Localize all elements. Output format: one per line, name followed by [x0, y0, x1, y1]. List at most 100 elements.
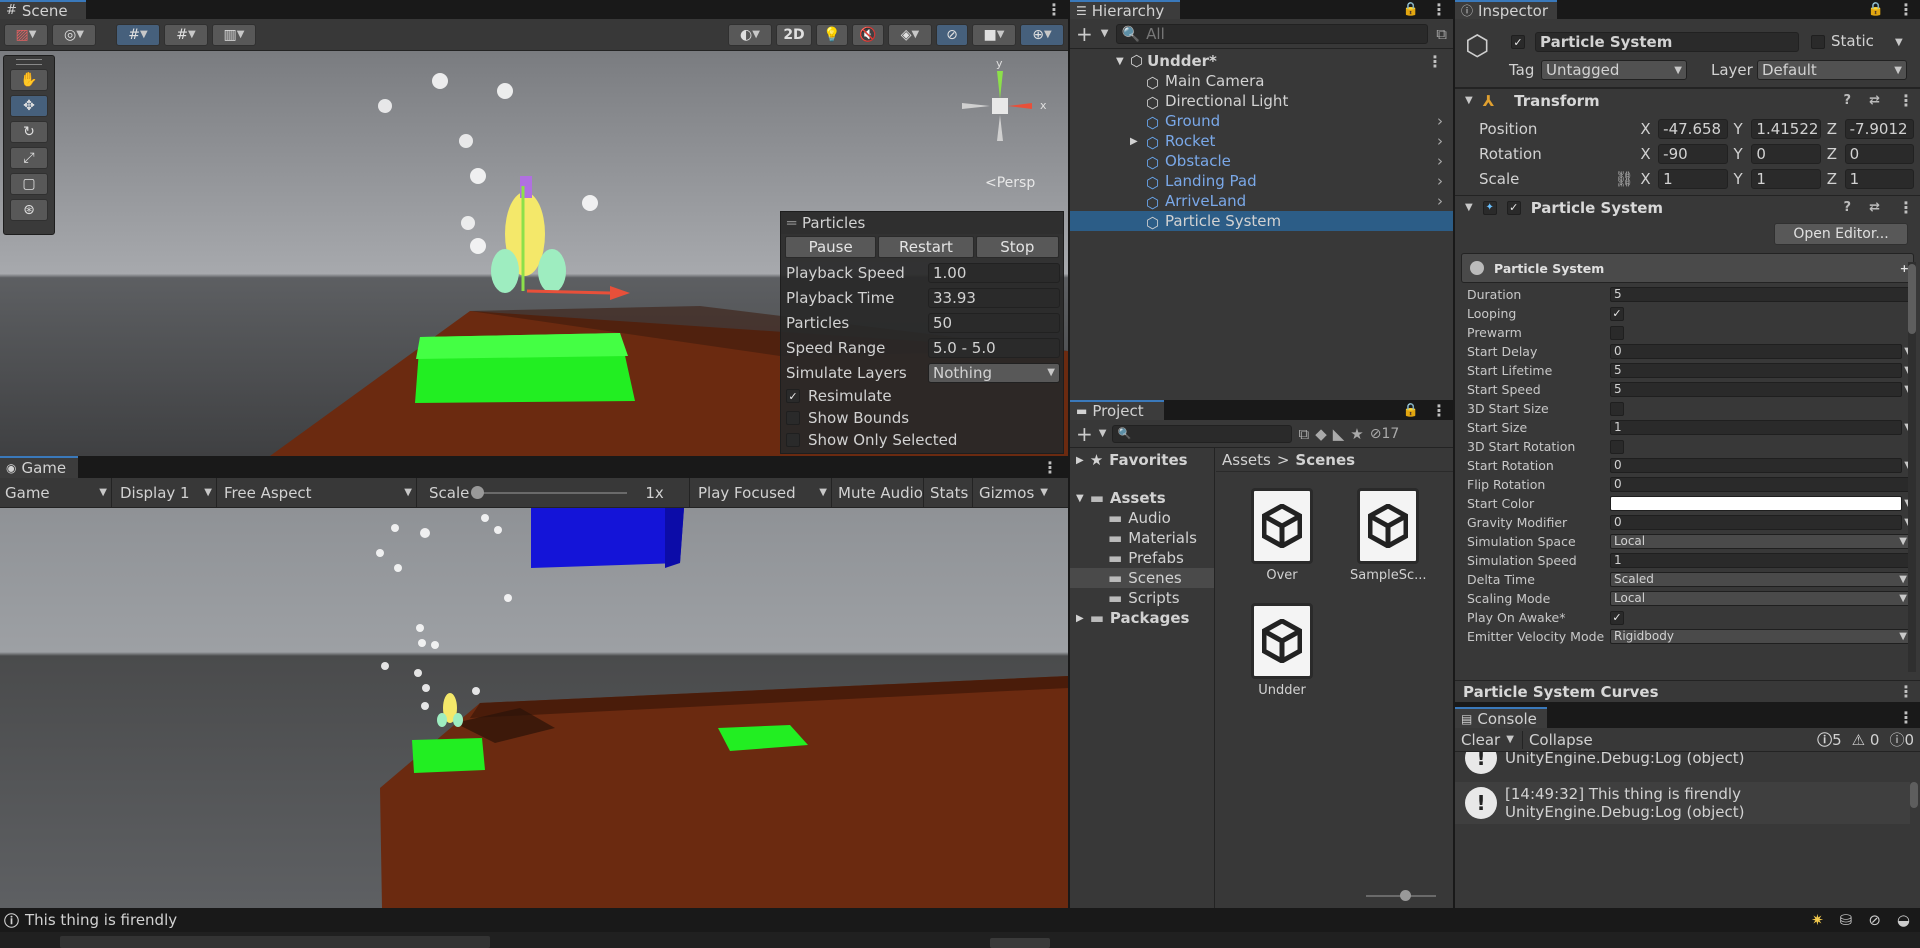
display-dropdown[interactable]: Display 1 ▼: [112, 477, 217, 508]
scale-thumb[interactable]: [471, 485, 485, 499]
expand-right-icon[interactable]: ▶: [1076, 613, 1084, 624]
prop-field[interactable]: 0: [1610, 458, 1903, 473]
projection-toggle[interactable]: <Persp: [985, 175, 1035, 191]
project-folder-item[interactable]: ▬ Scripts: [1070, 588, 1214, 608]
tab-game[interactable]: ◉ Game: [0, 456, 78, 478]
stats-toggle[interactable]: Stats: [924, 477, 973, 508]
transform-y-field[interactable]: 0: [1751, 143, 1821, 164]
move-tool-button[interactable]: ✥: [10, 95, 48, 117]
hierarchy-item[interactable]: ⬡ Obstacle ›: [1070, 151, 1453, 172]
breadcrumb-assets[interactable]: Assets: [1222, 451, 1271, 469]
cache-server-icon[interactable]: ⛁: [1840, 911, 1853, 929]
hierarchy-item[interactable]: ⬡ Ground ›: [1070, 111, 1453, 132]
warning-count-toggle[interactable]: ⚠ 0: [1852, 731, 1880, 749]
prop-dropdown[interactable]: Local ▼: [1610, 591, 1912, 606]
move-gizmo-x[interactable]: [526, 289, 611, 295]
hierarchy-item[interactable]: ⬡ Directional Light: [1070, 91, 1453, 112]
console-scroll-thumb[interactable]: [1910, 782, 1918, 808]
rotate-tool-button[interactable]: ↻: [10, 121, 48, 143]
expand-down-icon[interactable]: ▼: [1076, 493, 1084, 504]
align-button[interactable]: ▥ ▼: [212, 23, 256, 46]
status-message[interactable]: This thing is firendly: [25, 911, 177, 929]
chevron-right-icon[interactable]: ›: [1437, 172, 1443, 190]
chevron-right-icon[interactable]: ›: [1437, 132, 1443, 150]
component-menu-icon[interactable]: ⋮: [1898, 198, 1914, 217]
prop-field[interactable]: 1: [1610, 553, 1912, 568]
lock-icon[interactable]: 🔒: [1403, 2, 1419, 17]
filter-type-icon[interactable]: ◆: [1315, 425, 1327, 443]
hierarchy-item[interactable]: ▶ ⬡ Rocket ›: [1070, 131, 1453, 152]
console-menu-icon[interactable]: ⋮: [1898, 708, 1914, 727]
prop-checkbox[interactable]: [1610, 439, 1624, 454]
scene-root-row[interactable]: ▼ ⬡ Undder* ⋮: [1070, 51, 1453, 71]
prop-field[interactable]: 0: [1610, 515, 1903, 530]
effects-button[interactable]: ◈ ▼: [888, 23, 932, 46]
favorites-row[interactable]: ▶ ★ Favorites: [1070, 450, 1214, 470]
simulate-layers-dropdown[interactable]: Nothing ▼: [928, 362, 1060, 383]
overlay-checkbox[interactable]: [786, 411, 800, 425]
help-icon[interactable]: ?: [1844, 93, 1852, 108]
icon-size-slider[interactable]: [1366, 890, 1436, 901]
start-color-swatch[interactable]: [1610, 496, 1903, 511]
scene-asset[interactable]: Over: [1244, 488, 1320, 583]
grid-snap-button[interactable]: # ▼: [116, 23, 160, 46]
prop-checkbox[interactable]: [1610, 325, 1624, 340]
prop-checkbox[interactable]: ✓: [1610, 610, 1624, 625]
scene-menu-icon[interactable]: ⋮: [1427, 52, 1443, 71]
scene-menu-icon[interactable]: ⋮: [1046, 0, 1062, 19]
active-checkbox[interactable]: ✓: [1511, 35, 1525, 49]
2d-toggle-button[interactable]: 2D: [776, 23, 812, 46]
project-folder-item[interactable]: ▬ Materials: [1070, 528, 1214, 548]
project-search-input[interactable]: 🔍: [1112, 424, 1293, 443]
add-icon[interactable]: +: [1076, 22, 1093, 46]
scale-track[interactable]: [471, 485, 628, 499]
move-gizmo-x-arrow[interactable]: [610, 286, 630, 300]
layer-dropdown[interactable]: Default ▼: [1757, 60, 1907, 80]
increment-snap-button[interactable]: # ▼: [164, 23, 208, 46]
drag-handle[interactable]: [16, 59, 42, 65]
prop-field[interactable]: 5: [1610, 287, 1912, 302]
gizmos-dropdown[interactable]: Gizmos ▼: [973, 478, 1048, 508]
curves-menu-icon[interactable]: ⋮: [1898, 682, 1914, 701]
orientation-gizmo[interactable]: y x <Persp: [950, 57, 1060, 199]
expand-down-icon[interactable]: ▼: [1465, 95, 1473, 106]
collapse-button[interactable]: Collapse: [1521, 730, 1599, 749]
hierarchy-item[interactable]: ⬡ Main Camera: [1070, 71, 1453, 92]
preset-icon[interactable]: ⇄: [1869, 200, 1880, 215]
search-filter-icon[interactable]: ⧉: [1436, 25, 1447, 43]
prop-dropdown[interactable]: Local ▼: [1610, 534, 1912, 549]
draw-mode-button[interactable]: ▨ ▼: [4, 23, 48, 46]
help-icon[interactable]: ?: [1844, 200, 1852, 215]
aspect-dropdown[interactable]: Free Aspect ▼: [217, 477, 417, 508]
overlay-checkbox[interactable]: [786, 433, 800, 447]
inspector-scroll-thumb[interactable]: [1908, 264, 1916, 334]
scene-viewport[interactable]: ✋ ✥ ↻ ⤢ ▢ ⊛ y x <Persp ═ Particles Pause …: [0, 51, 1068, 456]
assets-row[interactable]: ▼ ▬ Assets: [1070, 488, 1214, 508]
overlay-stat-value[interactable]: 50: [928, 312, 1060, 333]
tab-scene[interactable]: # Scene: [0, 0, 86, 20]
overlay-check-row[interactable]: Show Only Selected: [781, 429, 1063, 451]
chevron-down-icon[interactable]: ▼: [1101, 28, 1109, 39]
inspector-scrollbar[interactable]: [1908, 262, 1916, 672]
transform-y-field[interactable]: 1.41522: [1751, 118, 1821, 139]
project-menu-icon[interactable]: ⋮: [1431, 401, 1447, 420]
chevron-down-icon[interactable]: ▼: [1099, 428, 1107, 439]
progress-icon[interactable]: ✷: [1811, 911, 1824, 929]
overlay-check-row[interactable]: Show Bounds: [781, 407, 1063, 429]
shading-mode-button[interactable]: ◐ ▼: [728, 23, 772, 46]
curves-header[interactable]: Particle System Curves ⋮: [1455, 680, 1920, 702]
prop-field[interactable]: 1: [1610, 420, 1903, 435]
prop-field[interactable]: 5: [1610, 382, 1903, 397]
overlay-checkbox[interactable]: ✓: [786, 389, 800, 403]
log-count-toggle[interactable]: ⓘ5: [1817, 729, 1842, 750]
prop-field[interactable]: 5: [1610, 363, 1903, 378]
overlay-check-row[interactable]: ✓ Resimulate: [781, 385, 1063, 407]
tab-project[interactable]: ▬ Project: [1070, 400, 1164, 420]
lighting-toggle-button[interactable]: 💡: [816, 23, 848, 46]
taskbar-item[interactable]: [60, 936, 490, 948]
link-icon[interactable]: ⛓: [1615, 170, 1641, 188]
tab-hierarchy[interactable]: ☰ Hierarchy: [1070, 0, 1180, 20]
prop-checkbox[interactable]: ✓: [1610, 306, 1624, 321]
transform-z-field[interactable]: -7.9012: [1844, 118, 1915, 139]
transform-x-field[interactable]: 1: [1658, 168, 1728, 189]
